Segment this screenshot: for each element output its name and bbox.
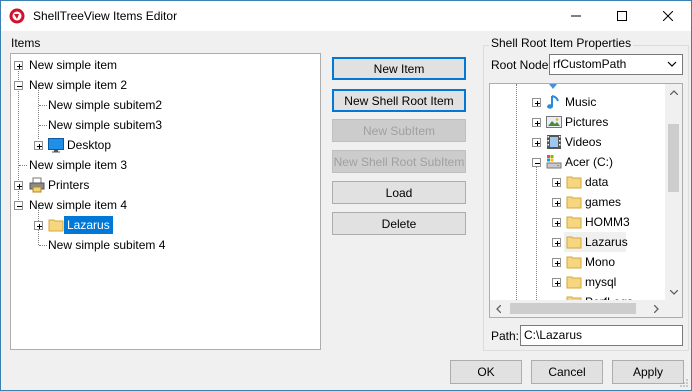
new-subitem-button[interactable]: New SubItem — [332, 119, 466, 142]
scroll-left-icon[interactable] — [490, 300, 507, 317]
expand-icon[interactable] — [552, 238, 561, 247]
scroll-up-icon[interactable] — [665, 84, 682, 101]
close-button[interactable] — [645, 1, 691, 31]
maximize-button[interactable] — [599, 1, 645, 31]
tree-item[interactable]: New simple subitem3 — [48, 116, 162, 134]
tree-item[interactable]: Printers — [48, 176, 89, 194]
expand-icon[interactable] — [552, 278, 561, 287]
scroll-right-icon[interactable] — [648, 300, 665, 317]
collapse-icon[interactable] — [532, 158, 541, 167]
minimize-button[interactable] — [553, 1, 599, 31]
tree-item[interactable]: New simple subitem2 — [48, 96, 162, 114]
items-label: Items — [11, 36, 41, 50]
drive-icon — [546, 155, 562, 169]
tree-line — [39, 245, 47, 246]
shell-tree-item[interactable]: games — [585, 193, 621, 211]
scroll-down-icon[interactable] — [665, 284, 682, 301]
shell-tree-item[interactable]: Mono — [585, 253, 615, 271]
folder-icon — [48, 219, 64, 232]
expand-icon[interactable] — [532, 98, 541, 107]
root-node-value: rfCustomPath — [553, 57, 627, 71]
horizontal-scroll-thumb[interactable] — [510, 303, 636, 314]
expand-icon[interactable] — [34, 141, 43, 150]
expand-icon[interactable] — [532, 138, 541, 147]
expand-icon[interactable] — [552, 218, 561, 227]
ok-button[interactable]: OK — [450, 360, 522, 384]
expand-icon[interactable] — [34, 221, 43, 230]
folder-icon — [566, 216, 582, 229]
expand-icon[interactable] — [552, 178, 561, 187]
tree-line — [39, 105, 47, 106]
new-item-button[interactable]: New Item — [332, 57, 466, 80]
apply-button[interactable]: Apply — [612, 360, 684, 384]
expand-icon[interactable] — [552, 258, 561, 267]
shell-tree-item[interactable]: mysql — [585, 273, 616, 291]
window-title: ShellTreeView Items Editor — [33, 9, 178, 23]
tree-item[interactable]: New simple item 4 — [29, 196, 127, 214]
root-node-select[interactable]: rfCustomPath — [549, 54, 683, 75]
desktop-icon — [48, 138, 64, 153]
shell-tree-item[interactable]: Music — [565, 93, 596, 111]
path-label: Path: — [491, 329, 520, 343]
chevron-down-icon — [667, 61, 677, 67]
minimize-icon — [571, 15, 581, 17]
items-tree[interactable]: New simple item New simple item 2 New si… — [10, 53, 321, 350]
tree-item[interactable]: New simple item 3 — [29, 156, 127, 174]
tree-item[interactable]: Desktop — [67, 136, 111, 154]
vertical-scroll-thumb[interactable] — [668, 124, 679, 192]
pictures-icon — [546, 116, 562, 128]
tree-line — [516, 84, 517, 302]
folder-icon — [566, 196, 582, 209]
resize-grip-icon[interactable] — [679, 378, 689, 388]
music-icon — [547, 95, 559, 109]
editor-window: ShellTreeView Items Editor Items New sim… — [0, 0, 692, 391]
load-button[interactable]: Load — [332, 181, 466, 204]
scroll-indicator-icon — [549, 84, 557, 89]
folder-icon — [566, 256, 582, 269]
expand-icon[interactable] — [14, 181, 23, 190]
shell-tree-item[interactable]: Videos — [565, 133, 601, 151]
close-icon — [663, 11, 673, 21]
tree-item[interactable]: New simple subitem 4 — [48, 236, 165, 254]
delete-button[interactable]: Delete — [332, 212, 466, 235]
shell-tree[interactable]: Music Pictures Videos Acer (C:) data gam… — [489, 83, 683, 318]
scroll-corner — [665, 300, 682, 317]
properties-group-label: Shell Root Item Properties — [489, 36, 634, 50]
shell-tree-item[interactable]: data — [585, 173, 608, 191]
videos-icon — [547, 135, 561, 149]
vertical-scrollbar[interactable] — [665, 84, 682, 301]
tree-line — [19, 165, 27, 166]
tree-line — [536, 167, 537, 302]
tree-item-selected[interactable]: Lazarus — [64, 216, 113, 234]
folder-icon — [566, 176, 582, 189]
tree-item[interactable]: New simple item — [29, 56, 117, 74]
new-shell-root-subitem-button[interactable]: New Shell Root SubItem — [332, 150, 466, 173]
title-bar: ShellTreeView Items Editor — [1, 1, 691, 31]
shell-tree-item[interactable]: Pictures — [565, 113, 608, 131]
app-icon — [9, 8, 25, 24]
collapse-icon[interactable] — [14, 201, 23, 210]
tree-line — [39, 125, 47, 126]
tree-item[interactable]: New simple item 2 — [29, 76, 127, 94]
expand-icon[interactable] — [14, 61, 23, 70]
path-input[interactable]: C:\Lazarus — [520, 325, 683, 346]
expand-icon[interactable] — [552, 198, 561, 207]
root-node-label: Root Node: — [491, 58, 552, 72]
shell-tree-item-current[interactable]: Lazarus — [585, 233, 628, 251]
collapse-icon[interactable] — [14, 81, 23, 90]
horizontal-scrollbar[interactable] — [490, 300, 665, 317]
shell-tree-item[interactable]: HOMM3 — [585, 213, 630, 231]
folder-icon — [566, 276, 582, 289]
expand-icon[interactable] — [532, 118, 541, 127]
new-shell-root-item-button[interactable]: New Shell Root Item — [332, 89, 466, 112]
printer-icon — [29, 177, 45, 193]
shell-tree-item[interactable]: Acer (C:) — [565, 153, 613, 171]
folder-icon — [566, 236, 582, 249]
maximize-icon — [617, 11, 627, 21]
cancel-button[interactable]: Cancel — [531, 360, 603, 384]
